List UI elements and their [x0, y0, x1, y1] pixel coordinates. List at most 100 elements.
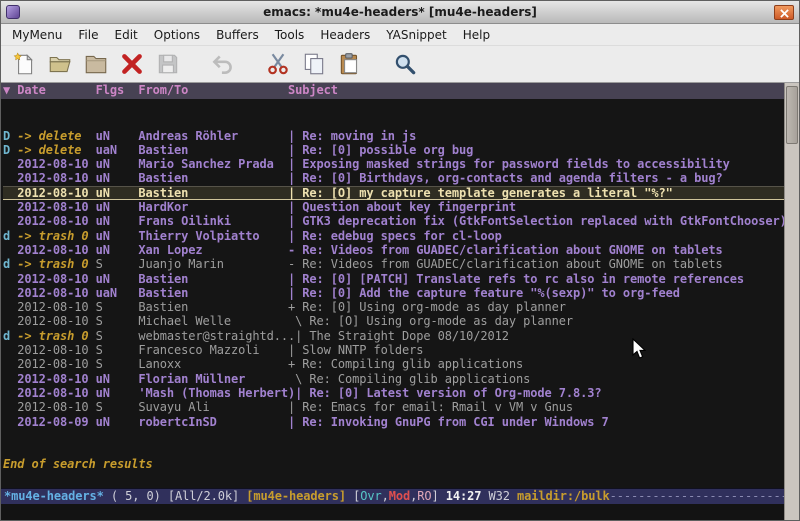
new-file-icon	[11, 51, 37, 77]
message-subject: | Re: [0] Birthdays, org-contacts and ag…	[288, 171, 723, 185]
message-flags: uaN	[96, 286, 139, 300]
message-row[interactable]: 2012-08-10 uN Mario Sanchez Prada | Expo…	[3, 157, 784, 171]
message-mark	[3, 186, 17, 200]
menu-options[interactable]: Options	[146, 25, 208, 45]
message-subject: | Question about key fingerprint	[288, 200, 516, 214]
message-row[interactable]: 2012-08-10 uN Xan Lopez - Re: Videos fro…	[3, 243, 784, 257]
message-mark	[3, 200, 17, 214]
message-row[interactable]: D -> delete uaN Bastien | Re: [0] possib…	[3, 143, 784, 157]
message-row[interactable]: 2012-08-10 S Bastien + Re: [0] Using org…	[3, 300, 784, 314]
message-subject: + Re: Compiling glib applications	[288, 357, 523, 371]
message-row[interactable]: 2012-08-10 S Michael Welle \ Re: [O] Usi…	[3, 314, 784, 328]
message-subject: | Re: Emacs for email: Rmail v VM v Gnus	[288, 400, 573, 414]
close-icon	[780, 3, 789, 22]
paste-button[interactable]	[334, 49, 366, 80]
message-mark	[3, 171, 17, 185]
message-mark	[3, 357, 17, 371]
close-buffer-button[interactable]	[116, 49, 148, 80]
modeline-segment: *mu4e-headers*	[4, 489, 104, 503]
message-row[interactable]: 2012-08-10 uN 'Mash (Thomas Herbert)| Re…	[3, 386, 784, 400]
copy-button[interactable]	[298, 49, 330, 80]
menu-help[interactable]: Help	[455, 25, 498, 45]
message-row[interactable]: d -> trash 0 S webmaster@straightd...| T…	[3, 329, 784, 343]
message-row[interactable]: 2012-08-10 uN Florian Müllner \ Re: Comp…	[3, 372, 784, 386]
message-mark	[3, 343, 17, 357]
menu-tools[interactable]: Tools	[267, 25, 313, 45]
message-row[interactable]: 2012-08-10 S Suvayu Ali | Re: Emacs for …	[3, 400, 784, 414]
emacs-window: emacs: *mu4e-headers* [mu4e-headers] MyM…	[0, 0, 800, 521]
message-list: D -> delete uN Andreas Röhler | Re: movi…	[3, 129, 784, 429]
message-flags: uN	[96, 372, 139, 386]
message-row[interactable]: 2012-08-10 uaN Bastien | Re: [0] Add the…	[3, 286, 784, 300]
message-date: 2012-08-10	[17, 272, 95, 286]
message-mark	[3, 157, 17, 171]
message-date: -> trash 0	[17, 257, 95, 271]
directory-button[interactable]	[80, 49, 112, 80]
message-date: -> delete	[17, 143, 95, 157]
message-mark: D	[3, 129, 17, 143]
message-mark	[3, 272, 17, 286]
message-flags: S	[96, 357, 139, 371]
message-row[interactable]: d -> trash 0 uN Thierry Volpiatto | Re: …	[3, 229, 784, 243]
message-flags: uN	[96, 386, 139, 400]
message-mark	[3, 415, 17, 429]
message-flags: S	[96, 329, 139, 343]
modeline-segment: Ovr	[360, 489, 381, 503]
message-mark	[3, 214, 17, 228]
modeline-segment: ]	[432, 489, 446, 503]
message-row[interactable]: 2012-08-10 uN Bastien | Re: [0] Birthday…	[3, 171, 784, 185]
menu-mymenu[interactable]: MyMenu	[4, 25, 70, 45]
message-subject: | Re: [0] [PATCH] Translate refs to rc a…	[288, 272, 744, 286]
modeline-segment: [All/2.0k]	[168, 489, 246, 503]
open-file-button[interactable]	[44, 49, 76, 80]
message-from: Frans Oilinki	[138, 214, 288, 228]
menu-file[interactable]: File	[70, 25, 106, 45]
undo-button	[207, 49, 239, 80]
message-date: 2012-08-10	[17, 243, 95, 257]
titlebar[interactable]: emacs: *mu4e-headers* [mu4e-headers]	[1, 1, 799, 24]
scrollbar-thumb[interactable]	[786, 86, 798, 144]
message-subject: | Exposing masked strings for password f…	[288, 157, 730, 171]
minibuffer[interactable]	[1, 504, 784, 520]
message-from: Xan Lopez	[138, 243, 288, 257]
message-date: 2012-08-10	[17, 314, 95, 328]
message-date: 2012-08-10	[17, 357, 95, 371]
message-row[interactable]: 2012-08-10 uN Bastien | Re: [O] my captu…	[3, 186, 784, 200]
modeline-segment: Mod	[389, 489, 410, 503]
menu-headers[interactable]: Headers	[312, 25, 378, 45]
new-file-button[interactable]	[8, 49, 40, 80]
message-mark	[3, 314, 17, 328]
message-flags: S	[96, 314, 139, 328]
message-flags: uN	[96, 171, 139, 185]
message-date: 2012-08-10	[17, 300, 95, 314]
message-flags: uN	[96, 129, 139, 143]
message-flags: S	[96, 300, 139, 314]
message-mark	[3, 372, 17, 386]
close-button[interactable]	[774, 5, 794, 20]
message-mark: D	[3, 143, 17, 157]
message-row[interactable]: 2012-08-10 uN HardKor | Question about k…	[3, 200, 784, 214]
message-row[interactable]: 2012-08-10 S Francesco Mazzoli | Slow NN…	[3, 343, 784, 357]
window-title: emacs: *mu4e-headers* [mu4e-headers]	[1, 5, 799, 19]
message-row[interactable]: 2012-08-10 uN Bastien | Re: [0] [PATCH] …	[3, 272, 784, 286]
message-row[interactable]: D -> delete uN Andreas Röhler | Re: movi…	[3, 129, 784, 143]
menu-edit[interactable]: Edit	[107, 25, 146, 45]
modeline-segment: [mu4e-headers]	[246, 489, 353, 503]
message-date: 2012-08-10	[17, 343, 95, 357]
message-from: Michael Welle	[138, 314, 288, 328]
message-row[interactable]: 2012-08-10 S Lanoxx + Re: Compiling glib…	[3, 357, 784, 371]
message-row[interactable]: d -> trash 0 S Juanjo Marin - Re: Videos…	[3, 257, 784, 271]
undo-icon	[210, 51, 236, 77]
message-date: 2012-08-10	[17, 386, 95, 400]
message-flags: uaN	[96, 143, 139, 157]
message-flags: uN	[96, 243, 139, 257]
scrollbar[interactable]	[784, 83, 799, 520]
message-flags: uN	[96, 157, 139, 171]
message-row[interactable]: 2012-08-10 uN Frans Oilinki | GTK3 depre…	[3, 214, 784, 228]
search-button[interactable]	[389, 49, 421, 80]
menu-yasnippet[interactable]: YASnippet	[378, 25, 455, 45]
menu-buffers[interactable]: Buffers	[208, 25, 267, 45]
cut-button[interactable]	[262, 49, 294, 80]
toolbar	[1, 46, 799, 83]
message-row[interactable]: 2012-08-09 uN robertcInSD | Re: Invoking…	[3, 415, 784, 429]
